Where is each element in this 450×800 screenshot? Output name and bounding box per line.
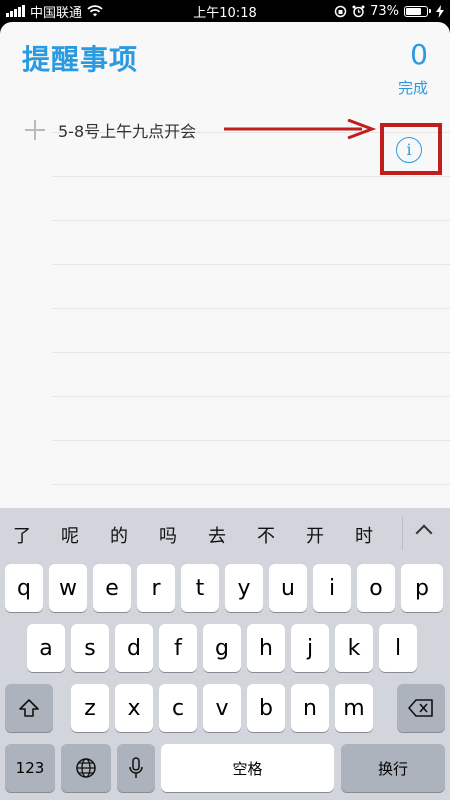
dictation-key[interactable] <box>117 744 155 792</box>
key-c[interactable]: c <box>159 684 197 732</box>
signal-icon <box>6 5 25 17</box>
ruled-lines <box>52 132 450 508</box>
suggestion-bar: 了 呢 的 吗 去 不 开 时 <box>0 508 450 556</box>
globe-icon <box>76 758 96 778</box>
status-left: 中国联通 <box>6 2 103 21</box>
key-o[interactable]: o <box>357 564 395 612</box>
carrier-label: 中国联通 <box>30 5 83 21</box>
alarm-icon <box>352 5 365 17</box>
plus-icon[interactable] <box>25 120 45 140</box>
battery-icon <box>404 5 431 17</box>
key-p[interactable]: p <box>401 564 443 612</box>
key-j[interactable]: j <box>291 624 329 672</box>
key-r[interactable]: r <box>137 564 175 612</box>
space-key[interactable]: 空格 <box>161 744 334 792</box>
key-k[interactable]: k <box>335 624 373 672</box>
suggestion-item[interactable]: 开 <box>306 522 324 548</box>
key-q[interactable]: q <box>5 564 43 612</box>
annotation-highlight-box: i <box>380 123 442 175</box>
wifi-icon <box>87 5 103 17</box>
delete-key[interactable] <box>397 684 445 732</box>
key-v[interactable]: v <box>203 684 241 732</box>
status-right: 73% <box>334 4 444 19</box>
key-f[interactable]: f <box>159 624 197 672</box>
key-w[interactable]: w <box>49 564 87 612</box>
battery-percent: 73% <box>370 3 399 19</box>
suggestion-item[interactable]: 了 <box>13 522 31 548</box>
key-t[interactable]: t <box>181 564 219 612</box>
chevron-up-icon[interactable] <box>415 524 433 542</box>
key-s[interactable]: s <box>71 624 109 672</box>
suggestion-item[interactable]: 不 <box>257 522 275 548</box>
numbers-key[interactable]: 123 <box>5 744 55 792</box>
completed-count: 0 <box>410 38 428 71</box>
key-y[interactable]: y <box>225 564 263 612</box>
key-n[interactable]: n <box>291 684 329 732</box>
info-icon[interactable]: i <box>396 137 422 163</box>
suggestion-item[interactable]: 的 <box>110 522 128 548</box>
suggestion-item[interactable]: 去 <box>208 522 226 548</box>
suggestion-item[interactable]: 时 <box>355 522 373 548</box>
orientation-lock-icon <box>334 5 347 17</box>
delete-icon <box>408 699 433 717</box>
keyboard: 了 呢 的 吗 去 不 开 时 q w e r t y u i o p a s … <box>0 508 450 800</box>
list-title[interactable]: 提醒事项 <box>22 38 138 78</box>
key-m[interactable]: m <box>335 684 373 732</box>
suggestion-divider <box>402 516 403 550</box>
status-bar: 中国联通 上午10:18 73% <box>0 0 450 22</box>
key-h[interactable]: h <box>247 624 285 672</box>
return-key[interactable]: 换行 <box>341 744 445 792</box>
key-d[interactable]: d <box>115 624 153 672</box>
key-z[interactable]: z <box>71 684 109 732</box>
suggestion-item[interactable]: 呢 <box>61 522 79 548</box>
key-u[interactable]: u <box>269 564 307 612</box>
key-i[interactable]: i <box>313 564 351 612</box>
reminder-text[interactable]: 5-8号上午九点开会 <box>58 118 196 142</box>
key-b[interactable]: b <box>247 684 285 732</box>
key-g[interactable]: g <box>203 624 241 672</box>
reminders-card: 提醒事项 0 完成 5-8号上午九点开会 i <box>0 22 450 508</box>
suggestion-item[interactable]: 吗 <box>159 522 177 548</box>
annotation-arrow <box>224 119 377 139</box>
key-a[interactable]: a <box>27 624 65 672</box>
key-l[interactable]: l <box>379 624 417 672</box>
charging-icon <box>436 4 444 18</box>
shift-icon <box>19 699 39 717</box>
shift-key[interactable] <box>5 684 53 732</box>
key-x[interactable]: x <box>115 684 153 732</box>
microphone-icon <box>129 757 143 778</box>
key-e[interactable]: e <box>93 564 131 612</box>
done-button[interactable]: 完成 <box>398 77 428 98</box>
globe-key[interactable] <box>61 744 111 792</box>
